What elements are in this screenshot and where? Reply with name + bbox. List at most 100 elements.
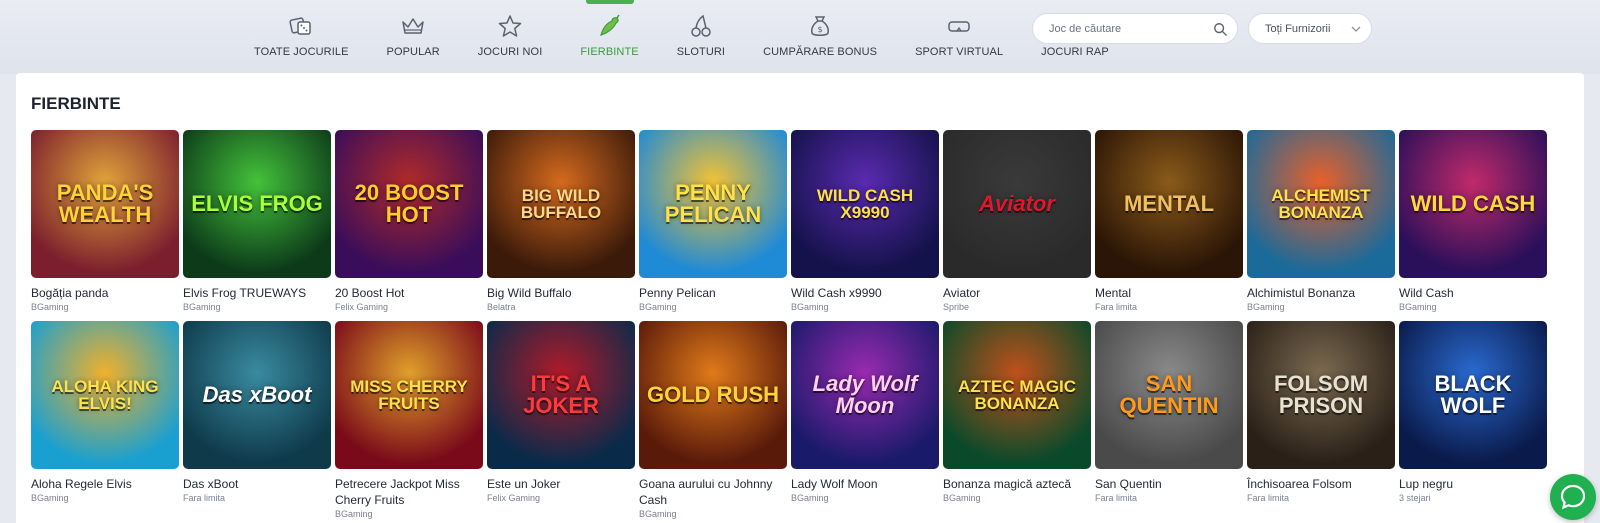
- game-artwork-title: 20 BOOST HOT: [354, 180, 464, 227]
- game-artwork-title: MENTAL: [1123, 191, 1215, 216]
- game-card[interactable]: PANDA'S WEALTH Bogăția panda BGaming: [31, 130, 179, 312]
- game-name[interactable]: Este un Joker: [487, 476, 635, 492]
- game-provider: Belatra: [487, 302, 516, 312]
- game-name[interactable]: Închisoarea Folsom: [1247, 476, 1395, 492]
- game-card[interactable]: SAN QUENTIN San Quentin Fara limita: [1095, 321, 1243, 503]
- nav-item-cumpărare-bonus[interactable]: $ CUMPĂRARE BONUS: [744, 0, 896, 74]
- game-name[interactable]: Elvis Frog TRUEWAYS: [183, 285, 331, 301]
- game-thumbnail[interactable]: GOLD RUSH: [639, 321, 787, 469]
- game-card[interactable]: PENNY PELICAN Penny Pelican BGaming: [639, 130, 787, 312]
- game-artwork-title: WILD CASH X9990: [816, 186, 914, 222]
- game-name[interactable]: Petrecere Jackpot Miss Cherry Fruits: [335, 476, 483, 508]
- game-card[interactable]: MISS CHERRY FRUITS Petrecere Jackpot Miss…: [335, 321, 483, 519]
- game-thumbnail[interactable]: Aviator: [943, 130, 1091, 278]
- game-name[interactable]: Mental: [1095, 285, 1243, 301]
- game-thumbnail[interactable]: ELVIS FROG: [183, 130, 331, 278]
- game-artwork-title: PANDA'S WEALTH: [56, 180, 154, 227]
- game-name[interactable]: Alchimistul Bonanza: [1247, 285, 1395, 301]
- game-thumbnail[interactable]: AZTEC MAGIC BONANZA: [943, 321, 1091, 469]
- game-thumbnail[interactable]: SAN QUENTIN: [1095, 321, 1243, 469]
- game-card[interactable]: 20 BOOST HOT 20 Boost Hot Felix Gaming: [335, 130, 483, 312]
- game-card[interactable]: Lady Wolf Moon Lady Wolf Moon BGaming: [791, 321, 939, 503]
- game-name[interactable]: Bogăția panda: [31, 285, 179, 301]
- game-thumbnail[interactable]: MISS CHERRY FRUITS: [335, 321, 483, 469]
- game-name[interactable]: Das xBoot: [183, 476, 331, 492]
- game-card[interactable]: WILD CASH X9990 Wild Cash x9990 BGaming: [791, 130, 939, 312]
- game-provider: Fara limita: [1095, 302, 1138, 312]
- game-name[interactable]: Wild Cash: [1399, 285, 1547, 301]
- game-artwork-title: SAN QUENTIN: [1119, 371, 1219, 418]
- game-thumbnail[interactable]: PANDA'S WEALTH: [31, 130, 179, 278]
- game-name[interactable]: San Quentin: [1095, 476, 1243, 492]
- crown-icon: [398, 12, 428, 40]
- game-card[interactable]: WILD CASH Wild Cash BGaming: [1399, 130, 1547, 312]
- game-card[interactable]: AZTEC MAGIC BONANZA Bonanza magică aztecă…: [943, 321, 1091, 503]
- nav-item-popular[interactable]: POPULAR: [368, 0, 459, 74]
- game-provider: Felix Gaming: [487, 493, 541, 503]
- search-input[interactable]: [1049, 22, 1213, 35]
- game-name[interactable]: Bonanza magică aztecă: [943, 476, 1091, 492]
- game-name[interactable]: Big Wild Buffalo: [487, 285, 635, 301]
- game-thumbnail[interactable]: Das xBoot: [183, 321, 331, 469]
- game-thumbnail[interactable]: PENNY PELICAN: [639, 130, 787, 278]
- game-card[interactable]: ALOHA KING ELVIS! Aloha Regele Elvis BGami…: [31, 321, 179, 503]
- game-name[interactable]: 20 Boost Hot: [335, 285, 483, 301]
- game-artwork-title: GOLD RUSH: [647, 382, 779, 407]
- game-name[interactable]: Lup negru: [1399, 476, 1547, 492]
- game-provider: BGaming: [183, 302, 221, 312]
- chat-button[interactable]: [1550, 474, 1596, 520]
- vr-goggles-icon: [944, 12, 974, 40]
- nav-item-label: SPORT VIRTUAL: [915, 46, 1004, 58]
- game-card[interactable]: ELVIS FROG Elvis Frog TRUEWAYS BGaming: [183, 130, 331, 312]
- game-artwork-title: ELVIS FROG: [191, 191, 323, 216]
- game-card[interactable]: MENTAL Mental Fara limita: [1095, 130, 1243, 312]
- game-name[interactable]: Lady Wolf Moon: [791, 476, 939, 492]
- game-card[interactable]: BLACK WOLF Lup negru 3 stejari: [1399, 321, 1547, 503]
- nav-item-jocuri-noi[interactable]: JOCURI NOI: [459, 0, 562, 74]
- game-thumbnail[interactable]: WILD CASH X9990: [791, 130, 939, 278]
- nav-item-label: JOCURI NOI: [477, 46, 543, 58]
- nav-item-sloturi[interactable]: SLOTURI: [658, 0, 744, 74]
- game-artwork-title: ALCHEMIST BONANZA: [1271, 186, 1371, 222]
- game-name[interactable]: Goana aurului cu Johnny Cash: [639, 476, 787, 508]
- dice-icon: [286, 12, 316, 40]
- game-card[interactable]: FOLSOM PRISON Închisoarea Folsom Fara limi…: [1247, 321, 1395, 503]
- game-artwork-title: FOLSOM PRISON: [1273, 371, 1369, 418]
- game-thumbnail[interactable]: MENTAL: [1095, 130, 1243, 278]
- game-thumbnail[interactable]: BIG WILD BUFFALO: [487, 130, 635, 278]
- game-name[interactable]: Aviator: [943, 285, 1091, 301]
- game-card[interactable]: IT'S A JOKER Este un Joker Felix Gaming: [487, 321, 635, 503]
- game-name[interactable]: Aloha Regele Elvis: [31, 476, 179, 492]
- game-card[interactable]: ALCHEMIST BONANZA Alchimistul Bonanza BGam…: [1247, 130, 1395, 312]
- game-thumbnail[interactable]: FOLSOM PRISON: [1247, 321, 1395, 469]
- game-name[interactable]: Penny Pelican: [639, 285, 787, 301]
- game-thumbnail[interactable]: ALOHA KING ELVIS!: [31, 321, 179, 469]
- game-thumbnail[interactable]: WILD CASH: [1399, 130, 1547, 278]
- money-bag-icon: $: [805, 12, 835, 40]
- game-thumbnail[interactable]: BLACK WOLF: [1399, 321, 1547, 469]
- game-thumbnail[interactable]: Lady Wolf Moon: [791, 321, 939, 469]
- provider-dropdown[interactable]: Toți Furnizorii: [1248, 13, 1372, 44]
- cherries-icon: [686, 12, 716, 40]
- nav-item-sport-virtual[interactable]: SPORT VIRTUAL: [896, 0, 1022, 74]
- game-card[interactable]: BIG WILD BUFFALO Big Wild Buffalo Belatra: [487, 130, 635, 312]
- game-provider: BGaming: [943, 493, 981, 503]
- game-provider: BGaming: [639, 302, 677, 312]
- game-name[interactable]: Wild Cash x9990: [791, 285, 939, 301]
- search-box[interactable]: [1032, 13, 1238, 44]
- game-thumbnail[interactable]: 20 BOOST HOT: [335, 130, 483, 278]
- game-card[interactable]: Das xBoot Das xBoot Fara limita: [183, 321, 331, 503]
- star-icon: [495, 12, 525, 40]
- game-card[interactable]: GOLD RUSH Goana aurului cu Johnny Cash BGa…: [639, 321, 787, 519]
- game-card[interactable]: Aviator Aviator Spribe: [943, 130, 1091, 312]
- provider-dropdown-value: Toți Furnizorii: [1265, 22, 1331, 35]
- nav-item-fierbinte[interactable]: FIERBINTE: [561, 0, 657, 74]
- nav-item-toate-jocurile[interactable]: TOATE JOCURILE: [235, 0, 368, 74]
- game-thumbnail[interactable]: IT'S A JOKER: [487, 321, 635, 469]
- game-artwork-title: WILD CASH: [1410, 191, 1536, 216]
- search-icon[interactable]: [1213, 22, 1227, 36]
- game-artwork-title: Das xBoot: [202, 382, 312, 407]
- game-thumbnail[interactable]: ALCHEMIST BONANZA: [1247, 130, 1395, 278]
- nav-item-label: TOATE JOCURILE: [254, 46, 349, 58]
- nav-item-label: POPULAR: [386, 46, 440, 58]
